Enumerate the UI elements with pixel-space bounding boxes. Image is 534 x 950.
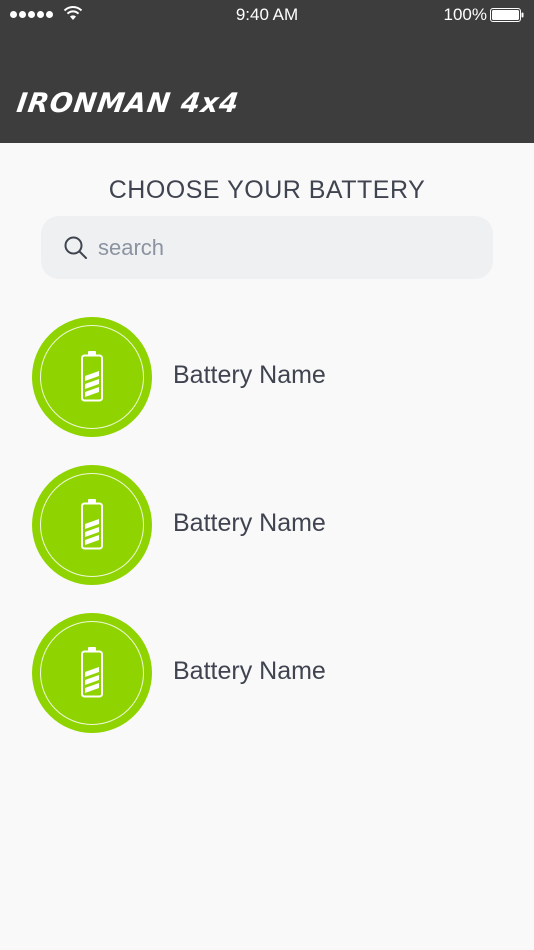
status-bar: 9:40 AM 100% [0,0,534,30]
avatar [32,465,152,585]
list-item-label: Battery Name [173,361,326,389]
battery-icon [81,499,103,550]
battery-status-icon [490,8,524,22]
list-item[interactable]: Battery Name [32,465,502,585]
search-input[interactable] [98,216,478,279]
list-item[interactable]: Battery Name [32,317,502,437]
battery-icon [81,351,103,402]
search-bar[interactable] [41,216,493,279]
avatar [32,317,152,437]
list-item-label: Battery Name [173,657,326,685]
app-header: 9:40 AM 100% IRONMAN 4x4 [0,0,534,143]
brand-logo: IRONMAN 4x4 [14,88,242,119]
page-title: CHOOSE YOUR BATTERY [108,176,426,204]
battery-icon [81,647,103,698]
search-icon [64,236,87,259]
status-battery-percent: 100% [443,5,487,24]
list-item-label: Battery Name [173,509,326,537]
avatar [32,613,152,733]
list-item[interactable]: Battery Name [32,613,502,733]
